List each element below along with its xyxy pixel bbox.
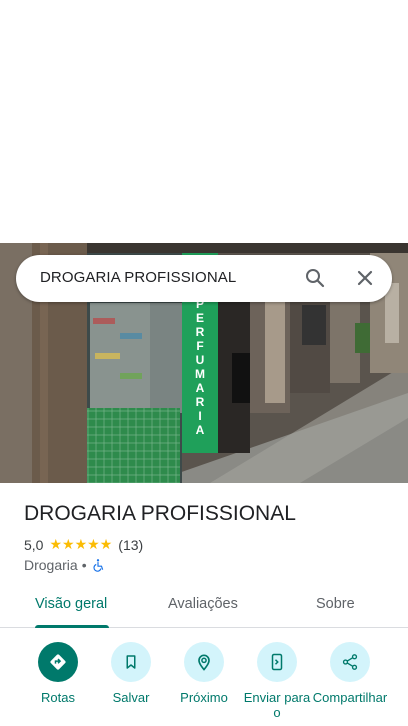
star-icon: ★ bbox=[62, 537, 75, 553]
tab-reviews[interactable]: Avaliações bbox=[168, 596, 238, 612]
star-icon: ★ bbox=[49, 537, 63, 553]
rating-row[interactable]: 5,0 ★ ★ ★ ★ ★ (13) bbox=[24, 536, 143, 554]
active-tab-indicator bbox=[35, 625, 109, 628]
close-icon[interactable] bbox=[353, 266, 377, 290]
place-category: Drogaria bbox=[24, 557, 78, 573]
directions-label: Rotas bbox=[41, 690, 75, 705]
tab-about[interactable]: Sobre bbox=[316, 596, 355, 612]
search-icon[interactable] bbox=[303, 266, 327, 290]
directions-icon[interactable] bbox=[38, 642, 78, 682]
star-rating: ★ ★ ★ ★ ★ bbox=[49, 538, 112, 552]
send-to-phone-label: Enviar para o bbox=[243, 690, 311, 720]
save-label: Salvar bbox=[112, 690, 150, 705]
send-to-phone-icon[interactable] bbox=[257, 642, 297, 682]
category-row: Drogaria • bbox=[24, 556, 105, 574]
nearby-label: Próximo bbox=[180, 690, 228, 705]
place-title: DROGARIA PROFISSIONAL bbox=[24, 502, 296, 525]
send-to-phone-button[interactable]: Enviar para o bbox=[239, 642, 315, 720]
rating-value: 5,0 bbox=[24, 537, 44, 553]
star-icon: ★ bbox=[74, 537, 88, 553]
save-button[interactable]: Salvar bbox=[93, 642, 169, 705]
nearby-icon[interactable] bbox=[184, 642, 224, 682]
bookmark-icon[interactable] bbox=[111, 642, 151, 682]
share-button[interactable]: Compartilhar bbox=[312, 642, 388, 705]
separator-dot: • bbox=[81, 557, 87, 573]
share-label: Compartilhar bbox=[312, 690, 388, 705]
review-count[interactable]: (13) bbox=[118, 537, 143, 553]
tab-overview[interactable]: Visão geral bbox=[35, 596, 107, 612]
map-blank-area bbox=[0, 0, 408, 243]
place-tabs: Visão geral Avaliações Sobre bbox=[0, 585, 408, 628]
directions-button[interactable]: Rotas bbox=[20, 642, 96, 705]
search-bar[interactable]: DROGARIA PROFISSIONAL bbox=[16, 255, 392, 302]
nearby-button[interactable]: Próximo bbox=[166, 642, 242, 705]
action-buttons: Rotas Salvar Próximo Enviar para o Compa… bbox=[0, 640, 408, 726]
search-query[interactable]: DROGARIA PROFISSIONAL bbox=[40, 269, 236, 286]
star-icon: ★ bbox=[87, 537, 100, 553]
share-icon[interactable] bbox=[330, 642, 370, 682]
wheelchair-accessible-icon bbox=[91, 558, 105, 572]
star-icon: ★ bbox=[99, 537, 113, 553]
